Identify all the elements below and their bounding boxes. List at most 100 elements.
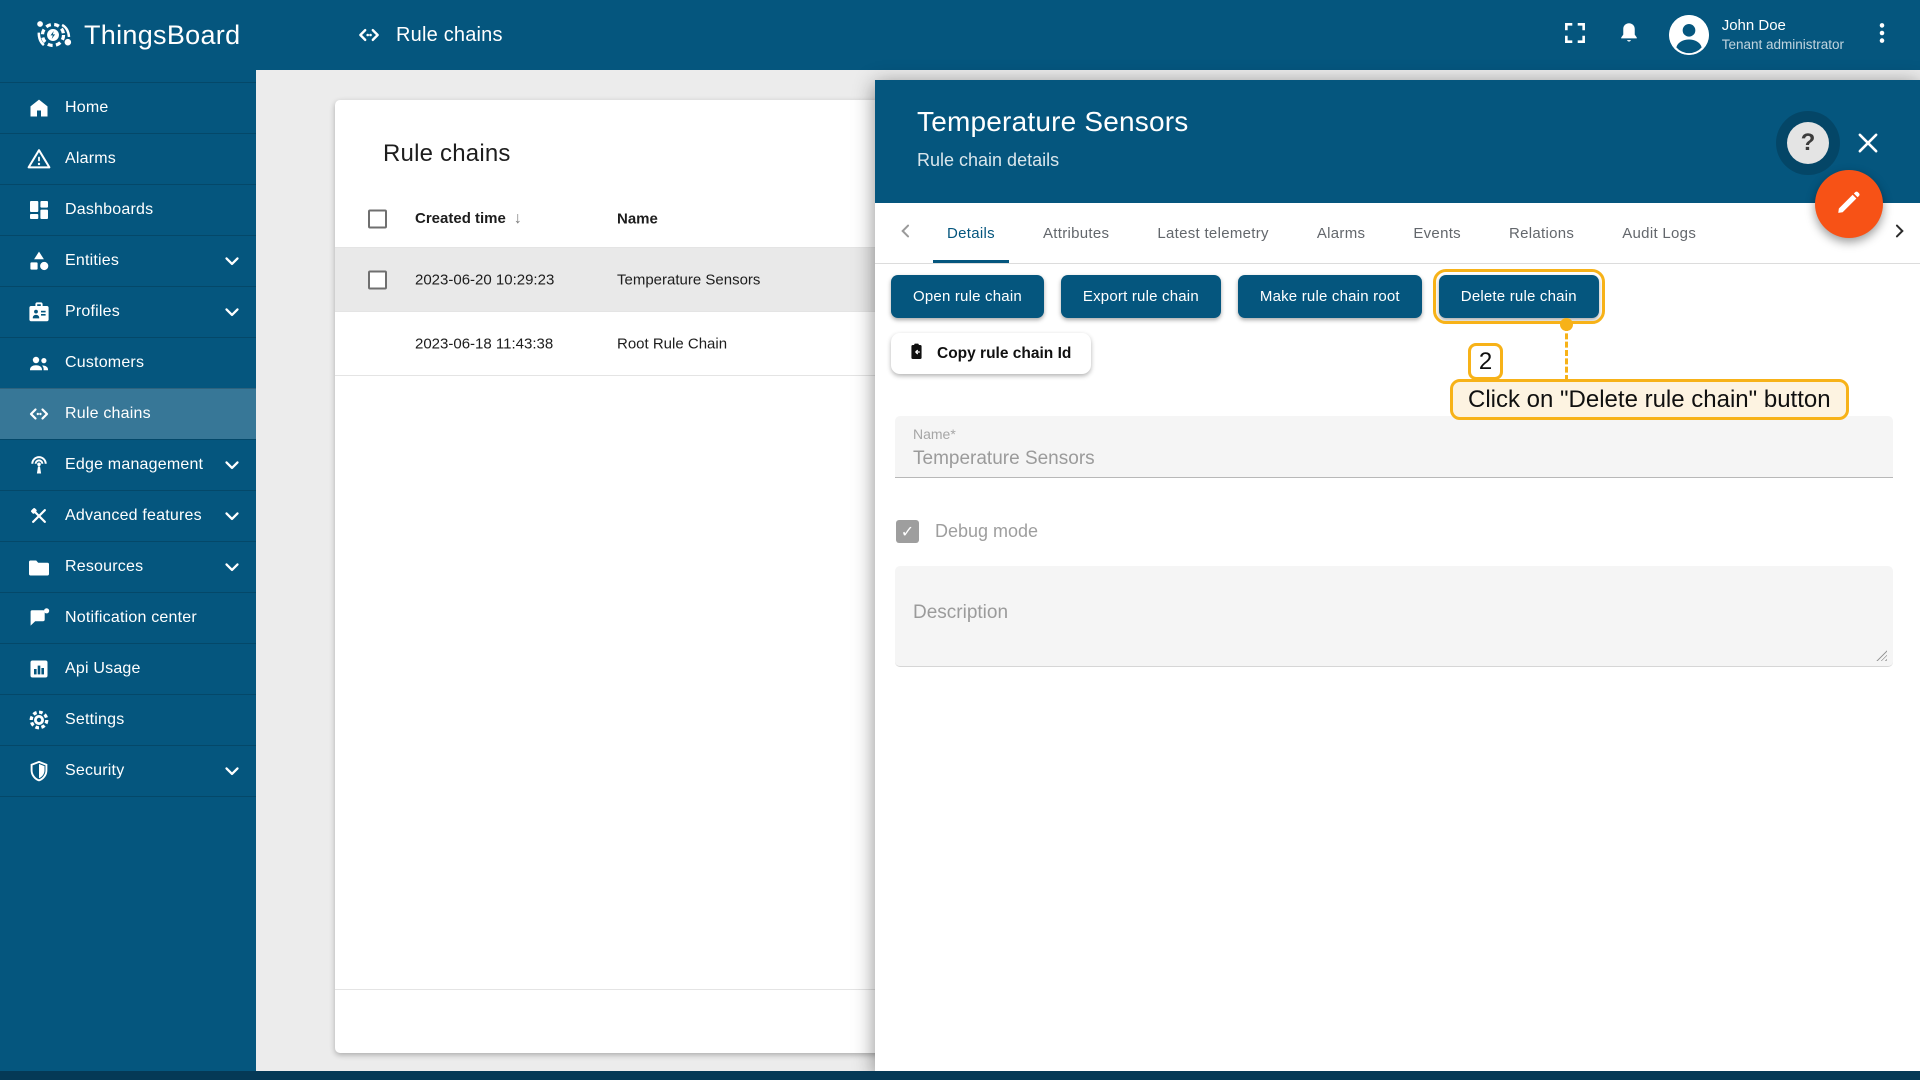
sidebar-item-entities[interactable]: Entities: [0, 235, 256, 286]
chevron-left-icon: [896, 221, 916, 246]
tab-alarms[interactable]: Alarms: [1293, 203, 1389, 263]
chevron-right-icon: [1889, 221, 1909, 246]
sidebar-item-advanced-features[interactable]: Advanced features: [0, 490, 256, 541]
table-footer: [335, 989, 897, 1053]
user-menu[interactable]: John Doe Tenant administrator: [1668, 15, 1844, 55]
sidebar-item-label: Settings: [65, 711, 125, 728]
cell-name: Root Rule Chain: [617, 335, 728, 352]
debug-mode-label: Debug mode: [935, 521, 1039, 541]
copy-icon: [906, 341, 927, 367]
column-header-name[interactable]: Name: [617, 210, 658, 227]
tab-audit-logs[interactable]: Audit Logs: [1598, 203, 1720, 263]
user-role: Tenant administrator: [1721, 37, 1844, 52]
chevron-down-icon: [221, 505, 243, 527]
make-rule-chain-root-button[interactable]: Make rule chain root: [1237, 275, 1422, 318]
copy-rule-chain-id-button[interactable]: Copy rule chain Id: [891, 333, 1092, 374]
settings-icon: [27, 708, 51, 732]
name-field: Name* Temperature Sensors: [895, 416, 1893, 478]
tab-details[interactable]: Details: [923, 203, 1019, 263]
tab-attributes[interactable]: Attributes: [1019, 203, 1133, 263]
api-usage-icon: [27, 657, 51, 681]
column-header-created-time[interactable]: Created time ↓: [415, 210, 522, 228]
user-name: John Doe: [1721, 17, 1786, 34]
sidebar-item-label: Api Usage: [65, 660, 141, 677]
chevron-down-icon: [221, 556, 243, 578]
resources-icon: [27, 555, 51, 579]
sidebar-item-label: Advanced features: [65, 507, 202, 524]
sidebar-item-label: Home: [65, 99, 109, 116]
pencil-icon: [1834, 187, 1864, 222]
toolbar-actions: John Doe Tenant administrator: [1553, 13, 1904, 57]
dashboards-icon: [27, 198, 51, 222]
page-title: Rule chains: [356, 22, 503, 48]
debug-mode-checkbox: ✓: [896, 520, 919, 543]
sidebar: ThingsBoard Home Alarms Dashboards Entities…: [0, 0, 256, 1080]
check-icon: ✓: [900, 523, 915, 541]
tab-latest-telemetry[interactable]: Latest telemetry: [1133, 203, 1293, 263]
tabs-scroll-left-button[interactable]: [889, 203, 923, 263]
more-menu-button[interactable]: [1860, 13, 1904, 57]
sidebar-item-resources[interactable]: Resources: [0, 541, 256, 592]
select-all-checkbox[interactable]: [368, 209, 387, 228]
top-toolbar: Rule chains John Doe Tenant administrato…: [256, 0, 1920, 70]
name-field-label: Name*: [913, 426, 956, 442]
sidebar-item-security[interactable]: Security: [0, 745, 256, 796]
sidebar-item-label: Security: [65, 762, 125, 779]
annotation-step-badge: 2: [1468, 343, 1503, 380]
close-panel-button[interactable]: [1854, 129, 1882, 157]
rule-chains-icon: [27, 402, 51, 426]
sidebar-item-label: Resources: [65, 558, 144, 575]
cell-created-time: 2023-06-20 10:29:23: [415, 271, 555, 288]
brand-logo[interactable]: ThingsBoard: [0, 0, 256, 70]
rule-chain-action-buttons: Open rule chain Export rule chain Make rul…: [891, 269, 1605, 324]
edit-fab-button[interactable]: [1815, 170, 1883, 238]
copy-button-label: Copy rule chain Id: [937, 344, 1072, 362]
fullscreen-icon: [1562, 20, 1588, 51]
sidebar-item-notification-center[interactable]: Notification center: [0, 592, 256, 643]
table-row[interactable]: 2023-06-20 10:29:23 Temperature Sensors: [335, 248, 897, 312]
table-body: 2023-06-20 10:29:23 Temperature Sensors 20…: [335, 248, 897, 376]
edge-management-icon: [27, 453, 51, 477]
brand-name: ThingsBoard: [84, 19, 241, 50]
help-icon: ?: [1787, 122, 1829, 164]
sidebar-item-label: Rule chains: [65, 405, 151, 422]
tab-events[interactable]: Events: [1389, 203, 1485, 263]
sidebar-item-label: Profiles: [65, 303, 120, 320]
help-button[interactable]: ?: [1776, 111, 1840, 175]
sidebar-item-edge-management[interactable]: Edge management: [0, 439, 256, 490]
tabs-scroll-right-button[interactable]: [1882, 203, 1916, 263]
fullscreen-button[interactable]: [1553, 13, 1597, 57]
notifications-button[interactable]: [1607, 13, 1651, 57]
table-title: Rule chains: [383, 140, 511, 167]
chevron-down-icon: [221, 301, 243, 323]
rule-chains-icon: [356, 22, 382, 48]
chevron-down-icon: [221, 250, 243, 272]
sidebar-item-home[interactable]: Home: [0, 82, 256, 133]
description-placeholder: Description: [913, 602, 1009, 623]
table-row[interactable]: 2023-06-18 11:43:38 Root Rule Chain: [335, 312, 897, 376]
close-icon: [1854, 133, 1882, 161]
sidebar-item-rule-chains[interactable]: Rule chains: [0, 388, 256, 439]
tab-relations[interactable]: Relations: [1485, 203, 1598, 263]
alarms-icon: [27, 147, 51, 171]
sidebar-item-profiles[interactable]: Profiles: [0, 286, 256, 337]
chevron-down-icon: [221, 760, 243, 782]
sidebar-item-alarms[interactable]: Alarms: [0, 133, 256, 184]
sidebar-item-dashboards[interactable]: Dashboards: [0, 184, 256, 235]
row-checkbox[interactable]: [368, 270, 387, 289]
home-icon: [27, 96, 51, 120]
sidebar-item-customers[interactable]: Customers: [0, 337, 256, 388]
more-vert-icon: [1869, 20, 1895, 51]
open-rule-chain-button[interactable]: Open rule chain: [891, 275, 1044, 318]
sidebar-item-label: Notification center: [65, 609, 197, 626]
delete-rule-chain-button[interactable]: Delete rule chain: [1432, 269, 1605, 324]
sidebar-item-api-usage[interactable]: Api Usage: [0, 643, 256, 694]
annotation-instruction-label: Click on "Delete rule chain" button: [1450, 379, 1849, 420]
annotation-connector-dot: [1560, 318, 1573, 331]
advanced-features-icon: [27, 504, 51, 528]
export-rule-chain-button[interactable]: Export rule chain: [1060, 275, 1221, 318]
debug-mode-row: ✓ Debug mode: [896, 520, 1038, 543]
sidebar-item-settings[interactable]: Settings: [0, 694, 256, 745]
sidebar-item-label: Dashboards: [65, 201, 154, 218]
user-info: John Doe Tenant administrator: [1722, 16, 1844, 54]
